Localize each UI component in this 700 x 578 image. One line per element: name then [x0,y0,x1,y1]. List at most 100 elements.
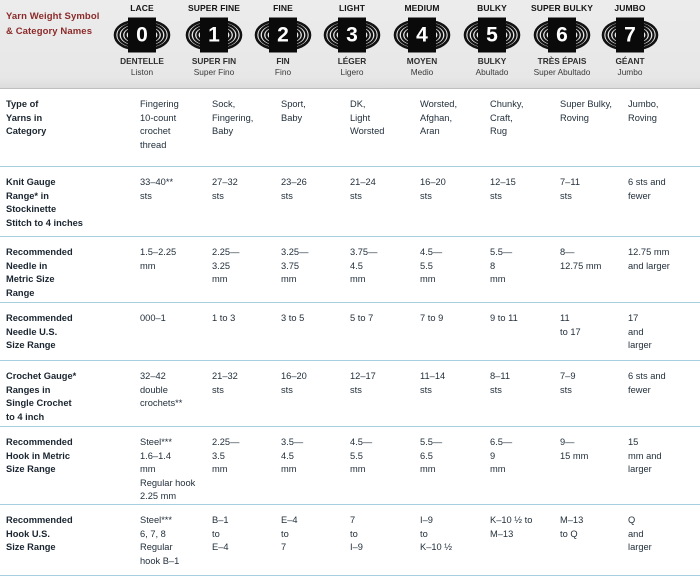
yarn-symbol-row: LACE 0 DENTELLE Liston SUPER FINE 1 SUPER … [113,0,700,88]
category-name-fr: DENTELLE [120,56,164,66]
category-name-es: Abultado [475,66,509,77]
yarn-skein-icon: 0 [109,15,175,55]
category-name-fr: FIN [276,56,290,66]
table-bottom-rule [0,575,700,576]
category-name-en: MEDIUM [404,3,440,13]
table-cell: 17 and larger [628,313,652,351]
yarn-skein-icon: 1 [181,15,247,55]
category-name-en: SUPER BULKY [530,3,594,13]
row-header-label: Recommended Needle U.S. Size Range [6,313,73,351]
table-cell: 000–1 [140,313,166,323]
yarn-skein-icon: 4 [389,15,455,55]
yarn-skein-icon: 2 [250,15,316,55]
table-cell: 21–24 sts [350,177,376,201]
table-cell: 9 to 11 [490,313,518,323]
category-name-fr: MOYEN [406,56,438,66]
table-cell: Chunky, Craft, Rug [490,99,524,137]
table-cell: Steel*** 1.6–1.4 mm Regular hook 2.25 mm [140,437,196,502]
table-cell: K–10 ½ to M–13 [490,515,533,539]
row-header-label: Crochet Gauge* Ranges in Single Crochet … [6,371,77,422]
svg-text:6: 6 [556,24,568,47]
table-cell: 4.5— 5.5 mm [350,437,373,475]
category-name-en: JUMBO [614,3,646,13]
table-cell: 4.5— 5.5 mm [420,247,443,285]
table-cell: 5.5— 8 mm [490,247,513,285]
yarn-skein-icon: 6 [529,15,595,55]
table-cell: 11–14 sts [420,371,446,395]
table-cell: 3.25— 3.75 mm [281,247,309,285]
table-cell: Super Bulky, Roving [560,99,613,123]
table-cell: Jumbo, Roving [628,99,659,123]
table-cell: 12–15 sts [490,177,516,201]
table-cell: Steel*** 6, 7, 8 Regular hook B–1 [140,515,180,566]
table-cell: 6 sts and fewer [628,371,666,395]
svg-text:5: 5 [486,24,498,47]
category-name-en: BULKY [477,3,507,13]
category-name-fr: GÉANT [615,56,645,66]
table-row: Recommended Hook U.S. Size Range Steel***… [0,504,700,576]
svg-text:2: 2 [277,24,289,47]
table-cell: 12–17 sts [350,371,376,395]
yarn-skein-icon: 7 [597,15,663,55]
table-cell: 3.5— 4.5 mm [281,437,304,475]
table-cell: E–4 to 7 [281,515,298,553]
table-cell: 32–42 double crochets** [140,371,183,409]
table-cell: Q and larger [628,515,652,553]
category-name-fr: LÉGER [337,56,367,66]
category-name-fr: SUPER FIN [191,56,237,66]
category-name-en: FINE [273,3,293,13]
table-cell: 8— 12.75 mm [560,247,602,271]
yarn-category-3: LIGHT 3 LÉGER Ligero [317,3,387,77]
table-cell: 33–40** sts [140,177,174,201]
svg-text:1: 1 [208,24,220,47]
table-cell: Sport, Baby [281,99,306,123]
table-cell: 1 to 3 [212,313,236,323]
page-title-line1: Yarn Weight Symbol [6,11,100,22]
yarn-category-5: BULKY 5 BULKY Abultado [457,3,527,77]
table-cell: 8–11 sts [490,371,510,395]
category-name-es: Medio [410,66,434,77]
table-cell: 5 to 7 [350,313,374,323]
category-name-fr: BULKY [477,56,507,66]
table-cell: 7–11 sts [560,177,580,201]
yarn-skein-icon: 5 [459,15,525,55]
table-cell: Fingering 10-count crochet thread [140,99,179,150]
table-cell: 15 mm and larger [628,437,662,475]
row-header-label: Type of Yarns in Category [6,99,47,137]
category-name-es: Fino [274,66,292,77]
category-name-es: Super Fino [193,66,235,77]
category-name-es: Ligero [340,66,364,77]
category-name-es: Jumbo [617,66,643,77]
yarn-category-0: LACE 0 DENTELLE Liston [107,3,177,77]
table-cell: 2.25— 3.25 mm [212,247,240,285]
table-cell: 11 to 17 [560,313,581,337]
table-row: Crochet Gauge* Ranges in Single Crochet … [0,360,700,426]
row-header-label: Knit Gauge Range* in Stockinette Stitch … [6,177,83,228]
table-cell: 12.75 mm and larger [628,247,670,271]
table-row: Type of Yarns in Category Fingering 10-co… [0,88,700,166]
category-name-en: LIGHT [339,3,365,13]
category-name-en: LACE [130,3,154,13]
yarn-category-1: SUPER FINE 1 SUPER FIN Super Fino [179,3,249,77]
row-header-label: Recommended Needle in Metric Size Range [6,247,73,298]
row-header-label: Recommended Hook in Metric Size Range [6,437,73,475]
svg-text:0: 0 [136,24,148,47]
table-cell: 5.5— 6.5 mm [420,437,443,475]
table-cell: M–13 to Q [560,515,584,539]
table-cell: 16–20 sts [281,371,307,395]
table-row: Recommended Needle in Metric Size Range 1… [0,236,700,302]
svg-text:4: 4 [416,24,428,47]
table-cell: 16–20 sts [420,177,446,201]
svg-text:3: 3 [346,24,358,47]
table-cell: 7 to 9 [420,313,444,323]
svg-text:7: 7 [624,24,636,47]
category-name-fr: TRÈS ÉPAIS [537,56,587,66]
table-row: Knit Gauge Range* in Stockinette Stitch … [0,166,700,236]
table-cell: I–9 to K–10 ½ [420,515,453,553]
category-name-en: SUPER FINE [187,3,240,13]
table-cell: 9— 15 mm [560,437,589,461]
table-row: Recommended Hook in Metric Size Range Ste… [0,426,700,504]
yarn-category-2: FINE 2 FIN Fino [248,3,318,77]
chart-header: Yarn Weight Symbol & Category Names LACE… [0,0,700,88]
category-name-es: Super Abultado [533,66,591,77]
